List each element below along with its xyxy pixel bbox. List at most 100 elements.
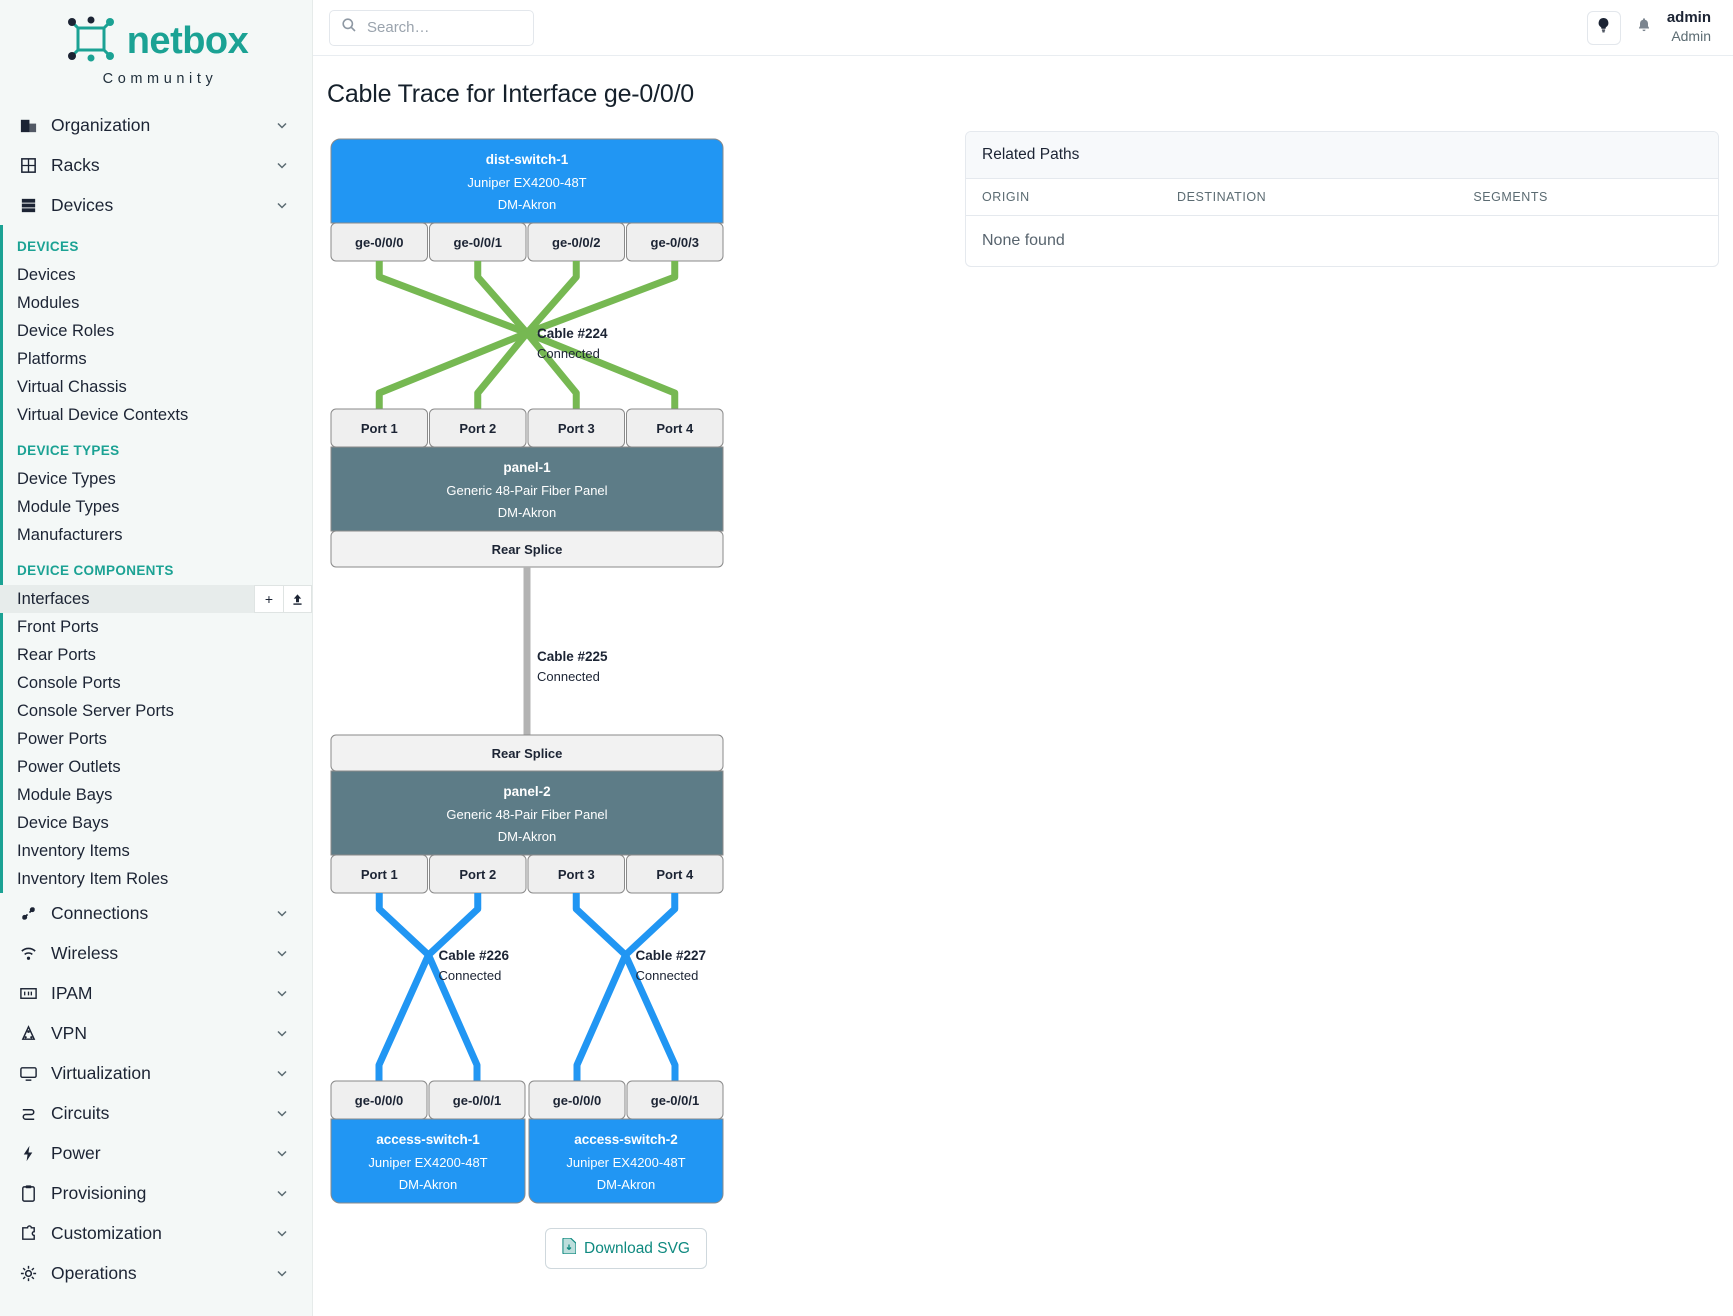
sidebar-group-organization[interactable]: Organization bbox=[0, 105, 312, 145]
sidebar-item-virtual-device-contexts[interactable]: Virtual Device Contexts bbox=[0, 401, 312, 429]
sidebar-group-circuits[interactable]: Circuits bbox=[0, 1093, 312, 1133]
sidebar-item-module-bays[interactable]: Module Bays bbox=[0, 781, 312, 809]
device-box-access-switch-1[interactable]: access-switch-1Juniper EX4200-48TDM-Akro… bbox=[331, 1119, 525, 1203]
cable-segment[interactable] bbox=[379, 893, 428, 955]
netbox-logo-icon bbox=[64, 14, 118, 69]
vpn-icon bbox=[18, 1023, 38, 1043]
sidebar-group-racks[interactable]: Racks bbox=[0, 145, 312, 185]
sidebar-item-label: Inventory Item Roles bbox=[17, 870, 168, 889]
cable-segment[interactable] bbox=[577, 955, 626, 1081]
sidebar-item-devices[interactable]: Devices bbox=[0, 261, 312, 289]
sidebar-item-label: Rear Ports bbox=[17, 646, 96, 665]
top-bar: Search… bbox=[313, 0, 1733, 56]
search-input[interactable]: Search… bbox=[329, 10, 534, 46]
chevron-down-icon bbox=[276, 1063, 288, 1084]
sidebar-group-vpn[interactable]: VPN bbox=[0, 1013, 312, 1053]
sidebar-item-platforms[interactable]: Platforms bbox=[0, 345, 312, 373]
sidebar-section-header: DEVICE TYPES bbox=[0, 429, 312, 465]
sidebar-group-power[interactable]: Power bbox=[0, 1133, 312, 1173]
chevron-down-icon bbox=[276, 1183, 288, 1204]
user-menu[interactable]: admin Admin bbox=[1667, 9, 1711, 45]
monitor-icon bbox=[18, 1063, 38, 1083]
port-label: ge-0/0/0 bbox=[553, 1093, 601, 1108]
sidebar-section-header: DEVICE COMPONENTS bbox=[0, 549, 312, 585]
sidebar-group-connections[interactable]: Connections bbox=[0, 893, 312, 933]
sidebar-item-label: Platforms bbox=[17, 350, 87, 369]
cable-segment[interactable] bbox=[527, 333, 675, 409]
cable-225-label: Cable #225Connected bbox=[537, 649, 608, 684]
sidebar-item-console-server-ports[interactable]: Console Server Ports bbox=[0, 697, 312, 725]
download-svg-button[interactable]: Download SVG bbox=[545, 1228, 707, 1269]
cable-segment[interactable] bbox=[379, 261, 527, 333]
cable-segment[interactable] bbox=[626, 893, 675, 955]
port-label: ge-0/0/1 bbox=[454, 235, 502, 250]
search-icon bbox=[341, 17, 357, 38]
sidebar-group-customization[interactable]: Customization bbox=[0, 1213, 312, 1253]
device-box-access-switch-2[interactable]: access-switch-2Juniper EX4200-48TDM-Akro… bbox=[529, 1119, 723, 1203]
port-label: ge-0/0/0 bbox=[355, 235, 403, 250]
sidebar-item-inventory-items[interactable]: Inventory Items bbox=[0, 837, 312, 865]
chevron-down-icon bbox=[276, 1103, 288, 1124]
device-box-dist-switch-1[interactable]: dist-switch-1Juniper EX4200-48TDM-Akron bbox=[331, 139, 723, 223]
sidebar-item-rear-ports[interactable]: Rear Ports bbox=[0, 641, 312, 669]
port-label: Port 4 bbox=[656, 421, 694, 436]
cable-segment[interactable] bbox=[379, 333, 527, 409]
sidebar-group-ipam[interactable]: IPAM bbox=[0, 973, 312, 1013]
notifications-button[interactable] bbox=[1634, 18, 1654, 38]
import-interface-button[interactable] bbox=[283, 585, 312, 613]
chevron-down-icon bbox=[276, 1143, 288, 1164]
sidebar-item-manufacturers[interactable]: Manufacturers bbox=[0, 521, 312, 549]
sidebar-item-device-roles[interactable]: Device Roles bbox=[0, 317, 312, 345]
sidebar-group-operations[interactable]: Operations bbox=[0, 1253, 312, 1293]
sidebar-item-device-bays[interactable]: Device Bays bbox=[0, 809, 312, 837]
device-box-panel-2[interactable]: panel-2Generic 48-Pair Fiber PanelDM-Akr… bbox=[331, 771, 723, 855]
device-site: DM-Akron bbox=[399, 1177, 458, 1192]
table-header-row: ORIGINDESTINATIONSEGMENTS bbox=[966, 179, 1718, 216]
organization-icon bbox=[18, 115, 38, 135]
cable-status: Connected bbox=[537, 346, 600, 361]
cable-segment[interactable] bbox=[429, 893, 478, 955]
sidebar-item-module-types[interactable]: Module Types bbox=[0, 493, 312, 521]
file-download-icon bbox=[562, 1238, 576, 1259]
device-box-panel-1[interactable]: panel-1Generic 48-Pair Fiber PanelDM-Akr… bbox=[331, 447, 723, 531]
bell-icon bbox=[1636, 17, 1652, 39]
brand[interactable]: netbox Community bbox=[0, 0, 312, 95]
sidebar-item-power-ports[interactable]: Power Ports bbox=[0, 725, 312, 753]
port-label: Port 2 bbox=[459, 421, 496, 436]
cable-segment[interactable] bbox=[379, 955, 429, 1081]
sidebar-item-interfaces[interactable]: Interfaces+ bbox=[0, 585, 312, 613]
brand-name: netbox bbox=[127, 20, 249, 63]
port-label: Port 1 bbox=[361, 421, 398, 436]
panel-1-rear-port[interactable]: Rear Splice bbox=[331, 531, 723, 567]
sidebar-group-wireless[interactable]: Wireless bbox=[0, 933, 312, 973]
port-label: ge-0/0/1 bbox=[453, 1093, 501, 1108]
sidebar-group-provisioning[interactable]: Provisioning bbox=[0, 1173, 312, 1213]
related-paths-column: Related Paths ORIGINDESTINATIONSEGMENTS … bbox=[925, 131, 1719, 1269]
sidebar-item-modules[interactable]: Modules bbox=[0, 289, 312, 317]
access-switch-1-interfaces: ge-0/0/0 ge-0/0/1 bbox=[331, 1081, 525, 1119]
sidebar-group-virtualization[interactable]: Virtualization bbox=[0, 1053, 312, 1093]
sidebar-item-inventory-item-roles[interactable]: Inventory Item Roles bbox=[0, 865, 312, 893]
cable-segment[interactable] bbox=[576, 893, 625, 955]
theme-toggle-button[interactable] bbox=[1587, 11, 1621, 45]
chevron-down-icon bbox=[276, 903, 288, 924]
wifi-icon bbox=[18, 943, 38, 963]
column-header: DESTINATION bbox=[1161, 179, 1457, 216]
panel-2-rear-port[interactable]: Rear Splice bbox=[331, 735, 723, 771]
sidebar-group-devices[interactable]: Devices bbox=[0, 185, 312, 225]
column-header: SEGMENTS bbox=[1457, 179, 1718, 216]
sidebar-item-console-ports[interactable]: Console Ports bbox=[0, 669, 312, 697]
cable-224-lower bbox=[379, 333, 675, 409]
port-label: ge-0/0/0 bbox=[355, 1093, 403, 1108]
sidebar-item-device-types[interactable]: Device Types bbox=[0, 465, 312, 493]
cable-trace-diagram: dist-switch-1Juniper EX4200-48TDM-Akron g… bbox=[327, 131, 925, 1214]
add-interface-button[interactable]: + bbox=[254, 585, 283, 613]
sidebar-item-virtual-chassis[interactable]: Virtual Chassis bbox=[0, 373, 312, 401]
plug-icon bbox=[18, 903, 38, 923]
sidebar-item-front-ports[interactable]: Front Ports bbox=[0, 613, 312, 641]
cable-segment[interactable] bbox=[527, 261, 675, 333]
sidebar-group-label: Power bbox=[51, 1143, 263, 1164]
puzzle-icon bbox=[18, 1223, 38, 1243]
sidebar-item-power-outlets[interactable]: Power Outlets bbox=[0, 753, 312, 781]
sidebar-item-actions: + bbox=[254, 585, 312, 613]
